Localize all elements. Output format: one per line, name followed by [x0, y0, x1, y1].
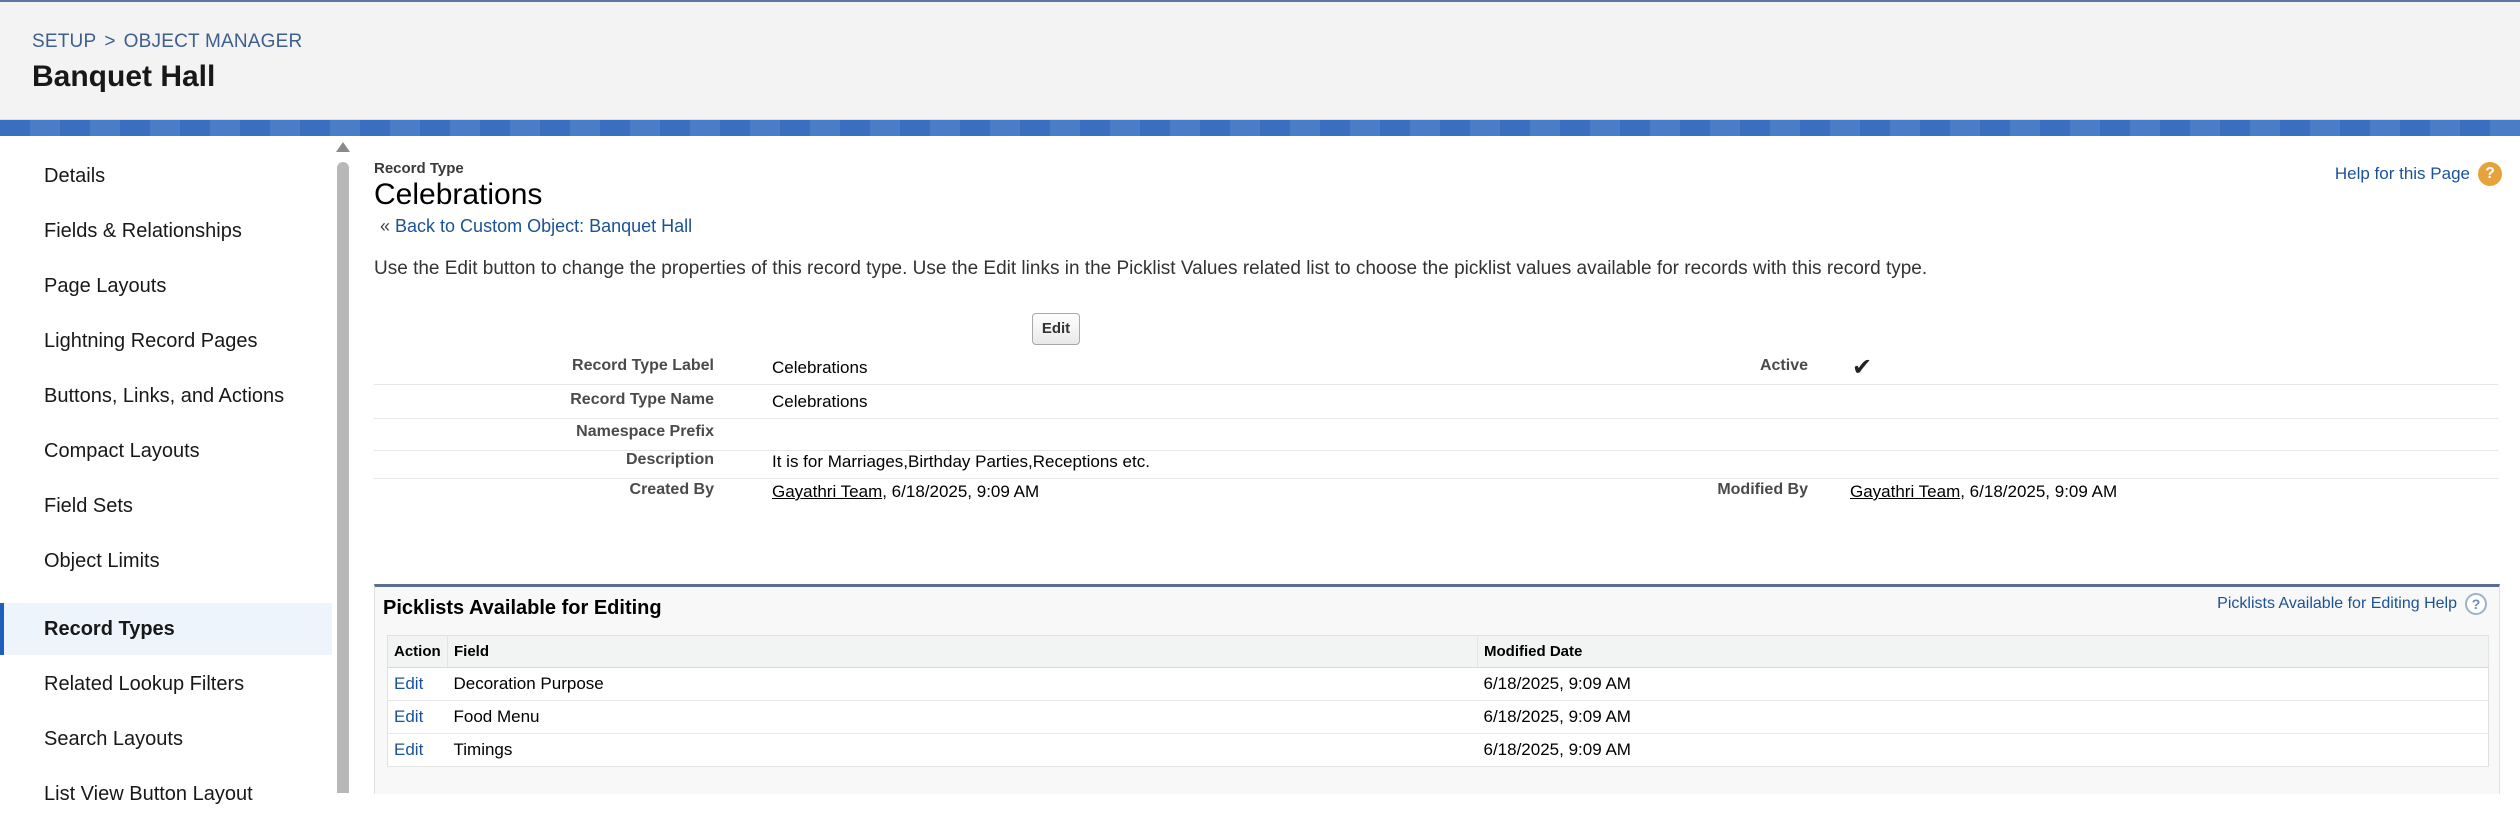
picklists-title: Picklists Available for Editing [383, 597, 662, 619]
column-header-action: Action [387, 635, 448, 668]
back-to-object-link[interactable]: Back to Custom Object: Banquet Hall [395, 216, 692, 236]
edit-link[interactable]: Edit [394, 740, 423, 759]
record-type-caption: Record Type [374, 160, 464, 177]
modified-by-user-link[interactable]: Gayathri Team [1850, 482, 1960, 501]
page-header: SETUP > OBJECT MANAGER Banquet Hall [0, 0, 2520, 120]
sidebar-scrollbar-thumb[interactable] [337, 162, 349, 793]
row-action-cell: Edit [387, 733, 448, 767]
row-field-cell: Decoration Purpose [447, 667, 1478, 701]
breadcrumb-setup-link[interactable]: SETUP [32, 31, 96, 52]
sidebar: Details Fields & Relationships Page Layo… [0, 136, 332, 805]
sidebar-item-buttons-links-actions[interactable]: Buttons, Links, and Actions [0, 370, 332, 422]
record-type-title: Celebrations [374, 178, 543, 211]
row-modified-date-cell: 6/18/2025, 9:09 AM [1477, 700, 2489, 734]
table-row: Edit Decoration Purpose 6/18/2025, 9:09 … [387, 667, 2489, 701]
created-by-value: Gayathri Team, 6/18/2025, 9:09 AM [772, 482, 1039, 502]
table-header-row: Action Field Modified Date [387, 635, 2489, 668]
edit-link[interactable]: Edit [394, 707, 423, 726]
sidebar-item-related-lookup-filters[interactable]: Related Lookup Filters [0, 658, 332, 710]
description-label: Description [625, 451, 714, 468]
table-row: Edit Timings 6/18/2025, 9:09 AM [387, 733, 2489, 767]
sidebar-item-field-sets[interactable]: Field Sets [0, 480, 332, 532]
edit-link[interactable]: Edit [394, 674, 423, 693]
detail-row-description: Description It is for Marriages,Birthday… [374, 449, 2498, 479]
record-type-name-value: Celebrations [772, 392, 868, 411]
picklists-help-link[interactable]: Picklists Available for Editing Help ? [2217, 593, 2487, 615]
breadcrumb-object-manager-link[interactable]: OBJECT MANAGER [124, 31, 303, 52]
row-action-cell: Edit [387, 667, 448, 701]
record-type-label-value: Celebrations [772, 358, 868, 377]
breadcrumb-separator: > [104, 31, 116, 52]
detail-row-created-modified: Created By Gayathri Team, 6/18/2025, 9:0… [374, 479, 2498, 509]
row-action-cell: Edit [387, 700, 448, 734]
help-for-page-link[interactable]: Help for this Page ? [2335, 162, 2502, 186]
row-modified-date-cell: 6/18/2025, 9:09 AM [1477, 667, 2489, 701]
sidebar-item-compact-layouts[interactable]: Compact Layouts [0, 425, 332, 477]
breadcrumb: SETUP > OBJECT MANAGER [32, 31, 302, 53]
question-mark-icon[interactable]: ? [2465, 593, 2487, 615]
sidebar-item-object-limits[interactable]: Object Limits [0, 535, 332, 587]
created-by-date: , 6/18/2025, 9:09 AM [882, 482, 1040, 501]
table-row: Edit Food Menu 6/18/2025, 9:09 AM [387, 700, 2489, 734]
picklists-table: Action Field Modified Date Edit Decorati… [387, 635, 2489, 767]
picklists-help-label[interactable]: Picklists Available for Editing Help [2217, 595, 2457, 613]
back-link-row: « Back to Custom Object: Banquet Hall [380, 216, 692, 237]
detail-row-record-type-name: Record Type Name Celebrations [374, 389, 2498, 419]
back-prefix: « [380, 216, 391, 236]
column-header-field: Field [447, 635, 1478, 668]
description-value: It is for Marriages,Birthday Parties,Rec… [772, 452, 1150, 471]
edit-button[interactable]: Edit [1032, 313, 1080, 345]
scroll-up-arrow-icon[interactable] [336, 142, 350, 152]
active-check-icon: ✔ [1852, 354, 1873, 381]
created-by-label: Created By [629, 481, 714, 498]
row-field-cell: Timings [447, 733, 1478, 767]
sidebar-item-list-view-button-layout[interactable]: List View Button Layout [0, 768, 332, 820]
header-decorative-band [0, 120, 2520, 136]
active-label: Active [1759, 357, 1808, 374]
sidebar-item-fields-relationships[interactable]: Fields & Relationships [0, 205, 332, 257]
record-type-name-label: Record Type Name [570, 391, 714, 408]
main-content: Record Type Celebrations « Back to Custo… [360, 136, 2520, 794]
sidebar-item-record-types[interactable]: Record Types [0, 603, 332, 655]
sidebar-item-lightning-record-pages[interactable]: Lightning Record Pages [0, 315, 332, 367]
modified-by-date: , 6/18/2025, 9:09 AM [1960, 482, 2118, 501]
help-icon[interactable]: ? [2478, 162, 2502, 186]
sidebar-item-details[interactable]: Details [0, 150, 332, 202]
help-link-label[interactable]: Help for this Page [2335, 164, 2470, 184]
namespace-prefix-label: Namespace Prefix [576, 423, 714, 440]
created-by-user-link[interactable]: Gayathri Team [772, 482, 882, 501]
detail-row-namespace-prefix: Namespace Prefix [374, 421, 2498, 451]
row-modified-date-cell: 6/18/2025, 9:09 AM [1477, 733, 2489, 767]
sidebar-item-page-layouts[interactable]: Page Layouts [0, 260, 332, 312]
record-type-label-label: Record Type Label [572, 357, 714, 374]
column-header-modified-date: Modified Date [1477, 635, 2489, 668]
picklists-section: Picklists Available for Editing Picklist… [374, 584, 2500, 794]
modified-by-value: Gayathri Team, 6/18/2025, 9:09 AM [1850, 482, 2117, 502]
sidebar-item-search-layouts[interactable]: Search Layouts [0, 713, 332, 765]
page-title: Banquet Hall [32, 60, 216, 93]
row-field-cell: Food Menu [447, 700, 1478, 734]
detail-row-record-type-label: Record Type Label Celebrations Active ✔ [374, 354, 2498, 385]
intro-text: Use the Edit button to change the proper… [374, 258, 1928, 279]
modified-by-label: Modified By [1717, 481, 1808, 498]
